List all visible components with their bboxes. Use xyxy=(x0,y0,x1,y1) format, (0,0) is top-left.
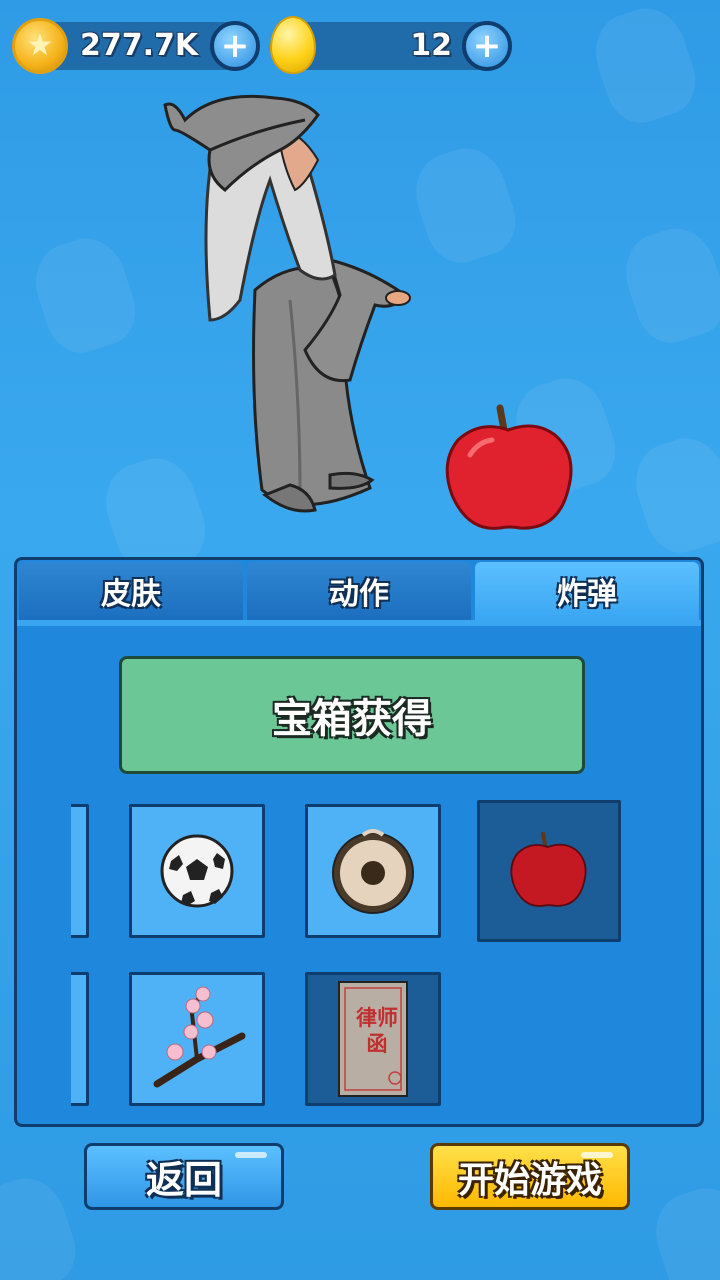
tab-skins[interactable]: 皮肤 xyxy=(19,562,243,620)
coin-counter: ★ 277.7K + xyxy=(12,18,260,74)
tab-actions[interactable]: 动作 xyxy=(247,562,471,620)
item-slot-partial[interactable] xyxy=(71,972,89,1106)
back-button-label: 返回 xyxy=(145,1158,222,1202)
character-preview xyxy=(0,70,720,550)
apple-preview-icon xyxy=(445,404,573,530)
item-slot-gong[interactable] xyxy=(305,804,441,938)
egg-counter: 12 + xyxy=(270,16,512,74)
golden-egg-icon xyxy=(270,16,316,74)
lawyer-letter-text: 律师函 xyxy=(356,1006,398,1056)
item-slot-cherry-blossom[interactable] xyxy=(129,972,265,1106)
egg-amount: 12 xyxy=(410,28,452,63)
inventory-panel: 皮肤 动作 炸弹 宝箱获得 律师函 xyxy=(14,557,704,1127)
cherry-blossom-branch-icon xyxy=(153,986,246,1088)
item-slot-soccer-ball[interactable] xyxy=(129,804,265,938)
back-button[interactable]: 返回 xyxy=(84,1143,284,1210)
apple-icon xyxy=(510,831,587,907)
start-game-button-label: 开始游戏 xyxy=(457,1159,602,1201)
button-shine xyxy=(235,1152,267,1158)
star-coin-icon: ★ xyxy=(12,18,68,74)
tab-bar: 皮肤 动作 炸弹 xyxy=(17,560,701,622)
wizard-character xyxy=(163,94,411,513)
soccer-ball-icon xyxy=(160,834,234,908)
gong-icon xyxy=(332,829,414,914)
tab-underline xyxy=(17,620,701,626)
button-shine xyxy=(581,1152,613,1158)
item-slot-apple[interactable] xyxy=(477,800,621,942)
chest-obtain-banner[interactable]: 宝箱获得 xyxy=(119,656,585,774)
item-grid: 律师函 xyxy=(71,796,687,1106)
add-eggs-button[interactable]: + xyxy=(462,21,512,71)
coin-amount: 277.7K xyxy=(80,28,199,63)
item-slot-lawyer-letter[interactable]: 律师函 xyxy=(305,972,441,1106)
add-coins-button[interactable]: + xyxy=(210,21,260,71)
tab-bombs[interactable]: 炸弹 xyxy=(475,562,699,620)
start-game-button[interactable]: 开始游戏 xyxy=(430,1143,630,1210)
item-slot-partial[interactable] xyxy=(71,804,89,938)
